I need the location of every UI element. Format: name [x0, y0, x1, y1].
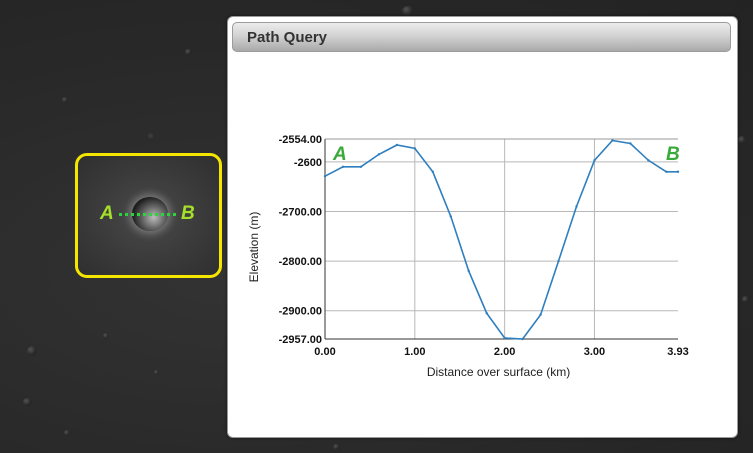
data-point — [557, 259, 560, 263]
data-point — [611, 139, 614, 142]
map-crater — [62, 97, 68, 103]
map-crater — [23, 398, 32, 406]
y-tick-label: -2554.00 — [279, 134, 322, 146]
x-tick-label: 2.00 — [494, 346, 515, 358]
data-points — [323, 139, 680, 341]
x-tick-label: 3.00 — [584, 346, 605, 358]
data-point — [359, 165, 363, 168]
data-point — [647, 159, 650, 162]
y-tick-labels: -2554.00 -2600 -2700.00 -2800.00 -2900.00 -29… — [279, 134, 322, 346]
elevation-profile-chart: -2554.00 -2600 -2700.00 -2800.00 -2900.00 -29… — [247, 134, 689, 379]
y-tick-label: -2900.00 — [279, 306, 322, 318]
data-point — [539, 313, 542, 316]
map-crater — [738, 136, 746, 144]
data-point — [449, 215, 452, 218]
map-crater — [27, 346, 37, 356]
path-query-dialog: Path Query -2554.00 -2600 -2700.00 -2800.00… — [227, 16, 738, 438]
data-point — [413, 147, 417, 150]
data-point — [467, 269, 470, 273]
map-crater — [103, 333, 109, 339]
map-crater — [402, 6, 414, 16]
chart-start-marker: A — [332, 144, 347, 165]
path-start-label: A — [100, 203, 114, 224]
data-point — [377, 153, 381, 156]
y-tick-label: -2957.00 — [279, 334, 322, 346]
x-tick-label: 3.93 — [667, 346, 688, 358]
map-crater — [185, 49, 192, 55]
x-axis-label: Distance over surface (km) — [427, 365, 570, 379]
data-point — [665, 170, 668, 173]
map-crater — [64, 430, 70, 436]
data-point — [503, 336, 506, 340]
map-crater — [742, 296, 749, 303]
data-point — [341, 165, 345, 168]
data-point — [629, 142, 632, 145]
path-line[interactable] — [119, 213, 176, 216]
map-crater — [154, 370, 159, 375]
path-end-label: B — [181, 203, 195, 224]
y-tick-label: -2800.00 — [279, 256, 322, 268]
data-point — [676, 170, 680, 173]
chart-end-marker: B — [666, 144, 680, 165]
map-crater — [333, 444, 340, 450]
data-point — [395, 143, 399, 147]
elevation-series-line — [324, 139, 678, 340]
data-point — [431, 170, 434, 173]
y-tick-label: -2700.00 — [279, 206, 322, 218]
x-tick-label: 1.00 — [404, 346, 425, 358]
y-tick-label: -2600 — [294, 157, 322, 169]
y-axis-label: Elevation (m) — [247, 212, 261, 283]
data-point — [521, 337, 524, 341]
data-point — [323, 175, 327, 178]
x-tick-label: 0.00 — [314, 346, 335, 358]
data-point — [593, 159, 596, 162]
chart-axes — [324, 138, 678, 340]
data-point — [485, 311, 488, 315]
x-tick-labels: 0.00 1.00 2.00 3.00 3.93 — [314, 346, 688, 358]
chart-grid — [325, 139, 678, 339]
data-point — [575, 205, 578, 208]
